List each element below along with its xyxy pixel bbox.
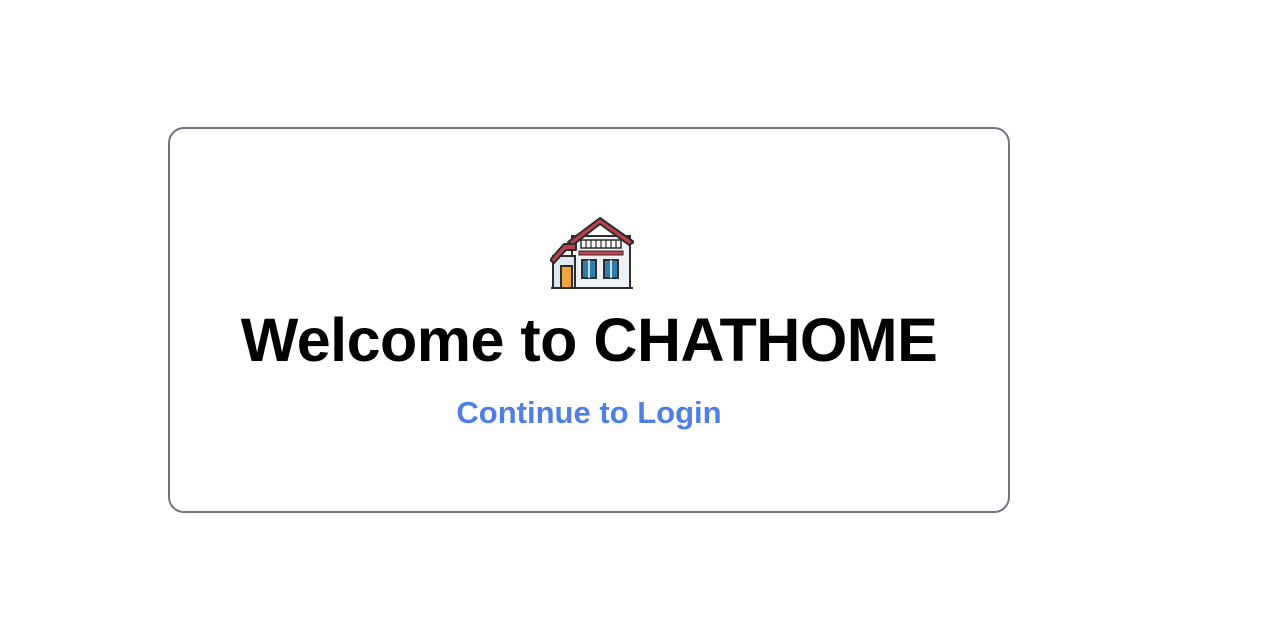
welcome-card: Welcome to CHATHOME Continue to Login <box>168 127 1010 513</box>
house-icon <box>549 214 635 290</box>
page-title: Welcome to CHATHOME <box>240 306 938 374</box>
continue-to-login-link[interactable]: Continue to Login <box>170 393 1008 433</box>
